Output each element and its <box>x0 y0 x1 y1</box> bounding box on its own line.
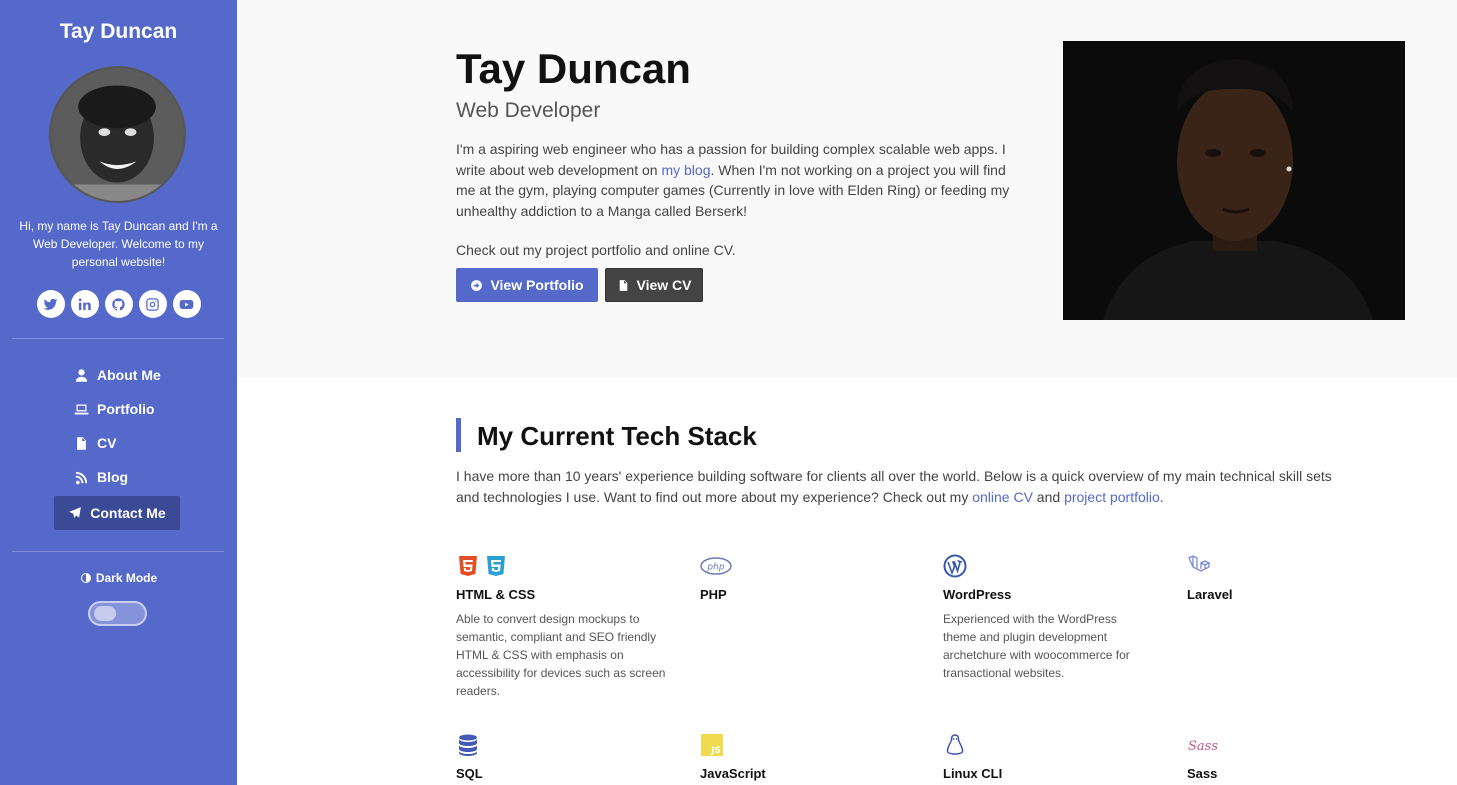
skill-sql: SQL <box>456 732 676 781</box>
desc-text: I have more than 10 years' experience bu… <box>456 468 1332 505</box>
skill-sass: Sass Sass <box>1187 732 1407 781</box>
page-title: Tay Duncan <box>456 45 691 92</box>
sidebar-nav: About Me Portfolio CV Blog <box>0 358 237 494</box>
blog-icon <box>75 471 88 484</box>
project-portfolio-link[interactable]: project portfolio <box>1064 489 1160 505</box>
dark-mode-label: Dark Mode <box>0 571 237 585</box>
skill-javascript: JS JavaScript <box>700 732 920 781</box>
view-cv-label: View CV <box>636 277 692 293</box>
nav-item-cv[interactable]: CV <box>0 426 237 460</box>
links-text: . <box>731 242 736 258</box>
html5-icon <box>459 556 477 576</box>
skill-html-css: HTML & CSS Able to convert design mockup… <box>456 553 676 700</box>
dark-mode-text: Dark Mode <box>95 571 158 585</box>
svg-text:JS: JS <box>710 746 721 756</box>
dark-mode-toggle[interactable] <box>88 601 147 626</box>
hero-role: Web Developer <box>456 99 601 122</box>
javascript-icon: JS <box>701 734 723 756</box>
css3-icon <box>487 556 505 576</box>
svg-text:php: php <box>706 563 724 573</box>
hero-bio: I'm a aspiring web engineer who has a pa… <box>456 139 1016 221</box>
hero-section: Tay Duncan Web Developer I'm a aspiring … <box>237 0 1457 378</box>
half-circle-icon <box>80 573 91 583</box>
nav-item-blog[interactable]: Blog <box>0 460 237 494</box>
online-cv-link[interactable]: online CV <box>972 489 1033 505</box>
tech-stack-title: My Current Tech Stack <box>456 418 757 452</box>
contact-me-label: Contact Me <box>90 505 166 521</box>
file-icon <box>77 436 86 450</box>
tech-stack-description: I have more than 10 years' experience bu… <box>456 466 1356 507</box>
file-icon <box>619 279 627 291</box>
toggle-knob <box>94 606 116 621</box>
sass-icon: Sass <box>1188 739 1218 754</box>
nav-item-label: Blog <box>97 469 129 485</box>
skill-description: Able to convert design mockups to semant… <box>456 612 666 698</box>
desc-text: and <box>1032 488 1065 505</box>
social-links <box>0 290 237 318</box>
skill-name: PHP <box>700 587 727 602</box>
my-blog-link[interactable]: my blog <box>661 162 710 178</box>
view-portfolio-label: View Portfolio <box>490 277 584 293</box>
nav-item-about-me[interactable]: About Me <box>0 358 237 392</box>
user-icon <box>75 368 88 382</box>
database-icon <box>459 734 477 756</box>
skill-name: HTML & CSS <box>456 587 536 602</box>
github-icon[interactable] <box>104 290 133 318</box>
hero-links: Check out my project portfolio and onlin… <box>456 242 736 258</box>
skill-php: php PHP <box>700 553 920 610</box>
skill-name: Sass <box>1187 766 1218 781</box>
linkedin-icon[interactable] <box>70 290 99 318</box>
linux-tux-icon <box>946 734 964 755</box>
skill-linux-cli: Linux CLI <box>943 732 1163 781</box>
laptop-icon <box>74 404 89 414</box>
skill-name: Laravel <box>1187 587 1233 602</box>
desc-text: . <box>1159 488 1164 505</box>
links-text: and <box>641 242 673 258</box>
nav-item-portfolio[interactable]: Portfolio <box>0 392 237 426</box>
skill-laravel: Laravel <box>1187 553 1407 610</box>
twitter-icon[interactable] <box>36 290 65 318</box>
skill-name: SQL <box>456 766 483 781</box>
instagram-icon[interactable] <box>138 290 167 318</box>
contact-me-button[interactable]: Contact Me <box>54 496 180 530</box>
arrow-circle-right-icon <box>471 279 483 291</box>
skill-wordpress: WordPress Experienced with the WordPress… <box>943 553 1163 682</box>
nav-item-label: About Me <box>97 367 161 383</box>
sidebar-divider <box>12 338 224 339</box>
profile-photo <box>1063 41 1405 320</box>
php-icon: php <box>700 557 732 575</box>
nav-item-label: CV <box>97 435 117 451</box>
online-cv-link[interactable]: online CV <box>672 242 731 258</box>
sidebar-bio: Hi, my name is Tay Duncan and I'm a Web … <box>19 219 218 269</box>
youtube-icon[interactable] <box>172 290 201 318</box>
links-text: Check out my project <box>456 242 592 258</box>
skill-name: JavaScript <box>700 766 766 781</box>
skill-name: Linux CLI <box>943 766 1003 781</box>
avatar <box>49 66 186 203</box>
sidebar-name: Tay Duncan <box>59 20 178 43</box>
nav-item-label: Portfolio <box>97 401 155 417</box>
svg-text:Sass: Sass <box>1188 739 1218 754</box>
view-cv-button[interactable]: View CV <box>605 268 703 302</box>
sidebar: Tay Duncan Hi, my name is Tay Duncan and… <box>0 0 237 785</box>
wordpress-icon <box>943 554 967 578</box>
sidebar-divider <box>12 551 224 552</box>
skill-description: Experienced with the WordPress theme and… <box>943 612 1130 680</box>
paper-plane-icon <box>69 507 82 519</box>
view-portfolio-button[interactable]: View Portfolio <box>456 268 598 302</box>
skill-name: WordPress <box>943 587 1012 602</box>
laravel-icon <box>1188 555 1211 572</box>
portfolio-link[interactable]: portfolio <box>591 242 641 258</box>
